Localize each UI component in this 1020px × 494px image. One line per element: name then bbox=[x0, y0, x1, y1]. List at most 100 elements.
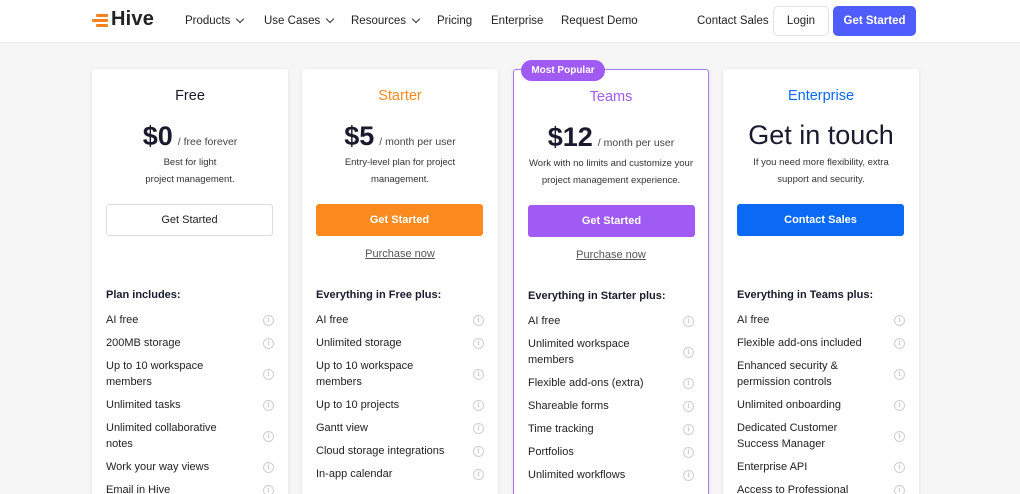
teams-purchase-now-link[interactable]: Purchase now bbox=[514, 249, 708, 261]
nav-enterprise-label: Enterprise bbox=[491, 15, 544, 27]
nav-use-cases[interactable]: Use Cases bbox=[264, 14, 335, 27]
info-icon[interactable]: i bbox=[473, 337, 484, 349]
price-row: $5 / month per user bbox=[302, 121, 498, 152]
info-icon[interactable]: i bbox=[894, 430, 905, 442]
feature-item: Unlimited onboarding i bbox=[737, 397, 905, 413]
info-icon[interactable]: i bbox=[263, 337, 274, 349]
plan-description-line: If you need more flexibility, extra bbox=[753, 157, 889, 168]
feature-item: In-app calendar i bbox=[316, 466, 484, 482]
info-icon[interactable]: i bbox=[473, 422, 484, 434]
info-icon[interactable]: i bbox=[894, 484, 905, 494]
plan-card-teams: Teams $12 / month per user Work with no … bbox=[513, 69, 709, 494]
plan-card-starter: Starter $5 / month per user Entry-level … bbox=[302, 69, 498, 494]
info-icon[interactable]: i bbox=[683, 400, 694, 412]
enterprise-contact-sales-button[interactable]: Contact Sales bbox=[737, 204, 904, 236]
info-icon[interactable]: i bbox=[894, 399, 905, 411]
plan-description: Work with no limits and customize your p… bbox=[522, 155, 700, 189]
info-icon[interactable]: i bbox=[683, 423, 694, 435]
plan-card-free: Free $0 / free forever Best for light pr… bbox=[92, 69, 288, 494]
nav-products[interactable]: Products bbox=[185, 14, 245, 27]
info-icon[interactable]: i bbox=[683, 315, 694, 327]
info-icon[interactable]: i bbox=[683, 446, 694, 458]
plan-description-line: Entry-level plan for project bbox=[344, 157, 456, 168]
plan-price: $12 bbox=[547, 122, 593, 152]
nav-request-demo[interactable]: Request Demo bbox=[561, 15, 638, 27]
feature-list: AI free i 200MB storage i Up to 10 workspa… bbox=[106, 312, 274, 494]
feature-item: Unlimited storage i bbox=[316, 335, 484, 351]
feature-item: Unlimited tasks i bbox=[106, 397, 274, 413]
feature-item: Work your way views i bbox=[106, 459, 274, 475]
feature-item: Up to 10 workspace members i bbox=[106, 358, 274, 390]
feature-item: Gantt view i bbox=[316, 420, 484, 436]
info-icon[interactable]: i bbox=[263, 430, 274, 442]
info-icon[interactable]: i bbox=[894, 461, 905, 473]
info-icon[interactable]: i bbox=[263, 314, 274, 326]
feature-item: Up to 10 workspace members i bbox=[316, 358, 484, 390]
teams-get-started-button[interactable]: Get Started bbox=[528, 205, 695, 237]
feature-item: Flexible add-ons included i bbox=[737, 335, 905, 351]
features-title: Everything in Starter plus: bbox=[528, 290, 666, 302]
feature-item: 200MB storage i bbox=[106, 335, 274, 351]
feature-item: Unlimited workflows i bbox=[528, 467, 694, 483]
feature-item: Portfolios i bbox=[528, 444, 694, 460]
info-icon[interactable]: i bbox=[473, 368, 484, 380]
chevron-down-icon bbox=[236, 14, 245, 24]
info-icon[interactable]: i bbox=[473, 468, 484, 480]
price-suffix: / month per user bbox=[379, 136, 456, 148]
info-icon[interactable]: i bbox=[683, 469, 694, 481]
nav-resources-label: Resources bbox=[351, 15, 406, 27]
info-icon[interactable]: i bbox=[263, 461, 274, 473]
plan-name: Teams bbox=[589, 89, 633, 105]
info-icon[interactable]: i bbox=[894, 337, 905, 349]
plan-description-line: project management experience. bbox=[541, 175, 681, 186]
feature-item: Unlimited workspace members i bbox=[528, 336, 694, 368]
free-get-started-button[interactable]: Get Started bbox=[106, 204, 273, 236]
contact-sales-link[interactable]: Contact Sales bbox=[697, 15, 769, 27]
nav-pricing[interactable]: Pricing bbox=[437, 15, 472, 27]
info-icon[interactable]: i bbox=[263, 484, 274, 494]
plan-name: Starter bbox=[378, 88, 422, 104]
features-title: Plan includes: bbox=[106, 289, 181, 301]
plan-description: Best for light project management. bbox=[110, 154, 270, 188]
plan-description-line: project management. bbox=[145, 174, 235, 185]
login-button[interactable]: Login bbox=[773, 6, 829, 36]
plan-price: $0 bbox=[142, 121, 173, 151]
price-suffix: / free forever bbox=[177, 136, 238, 148]
hive-logo[interactable]: Hive bbox=[92, 8, 154, 31]
feature-item: Cloud storage integrations i bbox=[316, 443, 484, 459]
feature-item: Time tracking i bbox=[528, 421, 694, 437]
info-icon[interactable]: i bbox=[683, 377, 694, 389]
chevron-down-icon bbox=[326, 14, 335, 24]
plan-price: $5 bbox=[344, 121, 375, 151]
info-icon[interactable]: i bbox=[263, 399, 274, 411]
feature-item: AI free i bbox=[316, 312, 484, 328]
plan-description: Entry-level plan for project management. bbox=[320, 154, 480, 188]
info-icon[interactable]: i bbox=[683, 346, 694, 358]
nav-enterprise[interactable]: Enterprise bbox=[491, 15, 543, 27]
starter-get-started-button[interactable]: Get Started bbox=[316, 204, 483, 236]
feature-item: Dedicated Customer Success Manager i bbox=[737, 420, 905, 452]
feature-item: Unlimited collaborative notes i bbox=[106, 420, 274, 452]
hive-logo-icon bbox=[92, 13, 109, 27]
nav-resources[interactable]: Resources bbox=[351, 14, 421, 27]
most-popular-badge: Most Popular bbox=[521, 60, 605, 81]
feature-item: Shareable forms i bbox=[528, 398, 694, 414]
info-icon[interactable]: i bbox=[894, 368, 905, 380]
feature-item: Enhanced security & permission controls i bbox=[737, 358, 905, 390]
info-icon[interactable]: i bbox=[894, 314, 905, 326]
feature-item: AI free i bbox=[528, 313, 694, 329]
header-get-started-button[interactable]: Get Started bbox=[833, 6, 916, 36]
info-icon[interactable]: i bbox=[263, 368, 274, 380]
feature-item: Enterprise API i bbox=[737, 459, 905, 475]
enterprise-headline: Get in touch bbox=[748, 120, 894, 150]
plan-description-line: Work with no limits and customize your bbox=[528, 158, 694, 169]
info-icon[interactable]: i bbox=[473, 445, 484, 457]
nav-use-cases-label: Use Cases bbox=[264, 15, 321, 27]
price-row: $0 / free forever bbox=[92, 121, 288, 152]
nav-products-label: Products bbox=[185, 15, 231, 27]
chevron-down-icon bbox=[411, 14, 421, 24]
info-icon[interactable]: i bbox=[473, 399, 484, 411]
info-icon[interactable]: i bbox=[473, 314, 484, 326]
feature-item: AI free i bbox=[737, 312, 905, 328]
starter-purchase-now-link[interactable]: Purchase now bbox=[302, 248, 498, 260]
